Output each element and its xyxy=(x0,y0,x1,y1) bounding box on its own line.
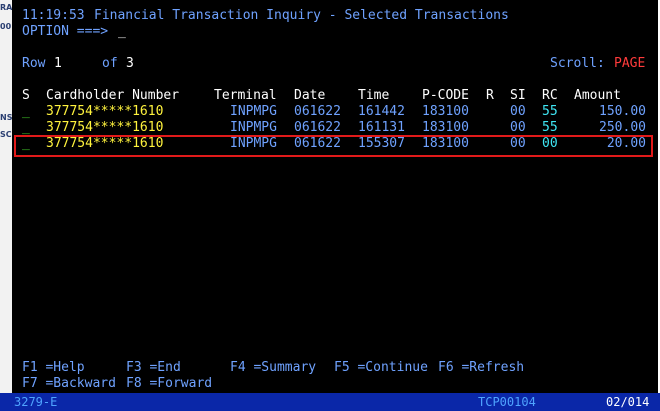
background-window-strip: RA 00 NS SC xyxy=(0,0,12,393)
txn-amount: 150.00 xyxy=(599,104,646,119)
terminal-screen[interactable]: 11:19:53 Financial Transaction Inquiry -… xyxy=(12,0,658,393)
txn-si: 00 xyxy=(510,120,526,135)
col-header-date: Date xyxy=(294,88,326,103)
col-header-cardholder: Cardholder Number xyxy=(46,88,180,103)
background-text-fragment: NS xyxy=(0,113,12,122)
screen-time: 11:19:53 xyxy=(22,8,85,23)
background-text-fragment: 00 xyxy=(0,22,12,31)
selected-row-highlight xyxy=(14,135,653,157)
terminal-id: INPMPG xyxy=(230,104,277,119)
cardholder-number: 377754*****1610 xyxy=(46,120,164,135)
col-header-amount: Amount xyxy=(574,88,621,103)
scroll-label: Scroll: xyxy=(550,56,605,71)
row-select-field[interactable]: _ xyxy=(22,104,30,120)
col-header-terminal: Terminal xyxy=(214,88,277,103)
col-header-si: SI xyxy=(510,88,526,103)
fkey-backward[interactable]: F7 =Backward xyxy=(22,376,116,392)
option-input[interactable]: _ xyxy=(118,24,126,40)
status-bar: 3279-E TCP00104 02/014 xyxy=(0,393,660,411)
terminal-id: INPMPG xyxy=(230,120,277,135)
row-label: Row xyxy=(22,56,46,71)
col-header-pcode: P-CODE xyxy=(422,88,469,103)
fkey-help[interactable]: F1 =Help xyxy=(22,360,85,376)
cardholder-number: 377754*****1610 xyxy=(46,104,164,119)
of-label: of xyxy=(102,56,118,71)
terminal-model: 3279-E xyxy=(14,395,58,409)
txn-pcode: 183100 xyxy=(422,120,469,135)
row-total: 3 xyxy=(126,56,134,71)
txn-amount: 250.00 xyxy=(599,120,646,135)
screen-title: Financial Transaction Inquiry - Selected… xyxy=(94,8,509,23)
fkey-summary[interactable]: F4 =Summary xyxy=(230,360,316,376)
col-header-select: S xyxy=(22,88,30,103)
txn-date: 061622 xyxy=(294,104,341,119)
col-header-rc: RC xyxy=(542,88,558,103)
txn-si: 00 xyxy=(510,104,526,119)
session-id: TCP00104 xyxy=(478,395,536,409)
txn-rc: 55 xyxy=(542,120,558,135)
row-value: 1 xyxy=(54,56,62,71)
fkey-refresh[interactable]: F6 =Refresh xyxy=(438,360,524,376)
fkey-forward[interactable]: F8 =Forward xyxy=(126,376,212,392)
scroll-value[interactable]: PAGE xyxy=(614,56,645,72)
txn-time: 161131 xyxy=(358,120,405,135)
fkey-continue[interactable]: F5 =Continue xyxy=(334,360,428,376)
row-select-field[interactable]: _ xyxy=(22,120,30,136)
col-header-time: Time xyxy=(358,88,390,103)
txn-rc: 55 xyxy=(542,104,558,119)
txn-pcode: 183100 xyxy=(422,104,469,119)
option-label: OPTION ===> xyxy=(22,24,109,39)
background-text-fragment: RA xyxy=(0,3,12,12)
cursor-position: 02/014 xyxy=(606,395,650,409)
background-text-fragment: SC xyxy=(0,130,12,139)
fkey-end[interactable]: F3 =End xyxy=(126,360,181,376)
txn-date: 061622 xyxy=(294,120,341,135)
txn-time: 161442 xyxy=(358,104,405,119)
col-header-r: R xyxy=(486,88,494,103)
